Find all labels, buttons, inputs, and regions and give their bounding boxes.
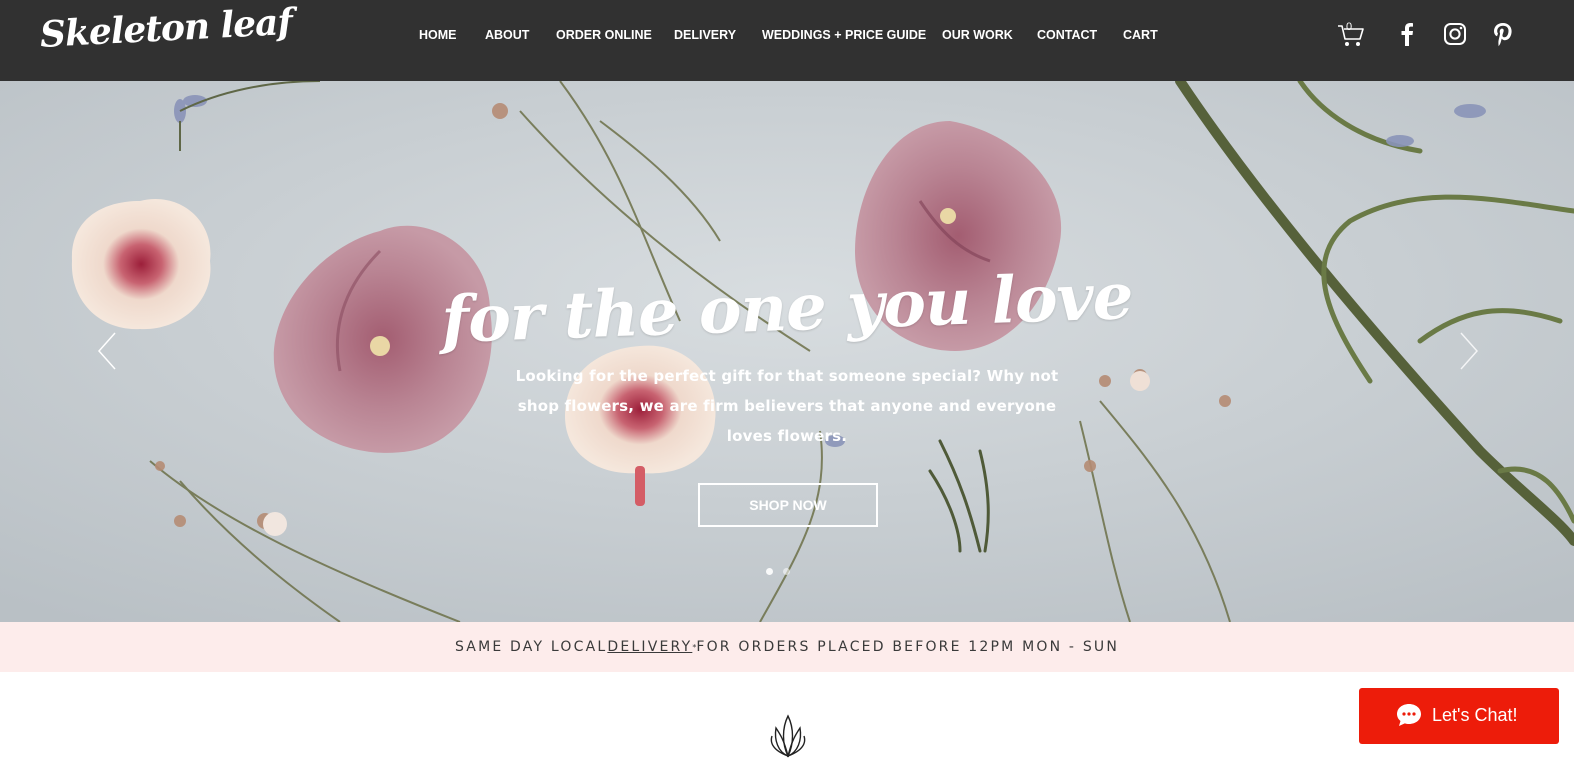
slide-dot-2[interactable] bbox=[783, 568, 790, 575]
chat-bubble-icon bbox=[1397, 704, 1421, 726]
banner-text-after: FOR ORDERS PLACED BEFORE 12PM MON - SUN bbox=[696, 639, 1120, 655]
facebook-icon[interactable] bbox=[1392, 19, 1422, 49]
chevron-right-icon[interactable] bbox=[1457, 331, 1481, 371]
nav-weddings-price-guide[interactable]: WEDDINGS + PRICE GUIDE bbox=[762, 28, 926, 42]
site-header: Skeleton leaf HOME ABOUT ORDER ONLINE DE… bbox=[0, 0, 1574, 81]
nav-our-work[interactable]: OUR WORK bbox=[942, 28, 1013, 42]
leaf-emblem-icon bbox=[770, 714, 806, 758]
lets-chat-button[interactable]: Let's Chat! bbox=[1359, 688, 1559, 744]
nav-order-online[interactable]: ORDER ONLINE bbox=[556, 28, 652, 42]
nav-delivery[interactable]: DELIVERY bbox=[674, 28, 736, 42]
nav-contact[interactable]: CONTACT bbox=[1037, 28, 1097, 42]
nav-home[interactable]: HOME bbox=[419, 28, 457, 42]
chat-label: Let's Chat! bbox=[1432, 705, 1518, 725]
banner-delivery-link[interactable]: DELIVERY bbox=[607, 639, 692, 655]
banner-text-before: SAME DAY LOCAL bbox=[454, 639, 608, 655]
delivery-banner: SAME DAY LOCAL DELIVERY * FOR ORDERS PLA… bbox=[0, 622, 1574, 672]
nav-about[interactable]: ABOUT bbox=[485, 28, 529, 42]
hero-description: Looking for the perfect gift for that so… bbox=[515, 367, 1059, 445]
chevron-left-icon[interactable] bbox=[95, 331, 119, 371]
shop-now-button[interactable]: SHOP NOW bbox=[698, 483, 878, 527]
cart-count: 0 bbox=[1345, 21, 1353, 33]
nav-cart[interactable]: CART bbox=[1123, 28, 1158, 42]
slide-dot-1[interactable] bbox=[766, 568, 773, 575]
instagram-icon[interactable] bbox=[1440, 19, 1470, 49]
hero-slideshow: for the one you love Looking for the per… bbox=[0, 81, 1574, 622]
pinterest-icon[interactable] bbox=[1488, 19, 1518, 49]
